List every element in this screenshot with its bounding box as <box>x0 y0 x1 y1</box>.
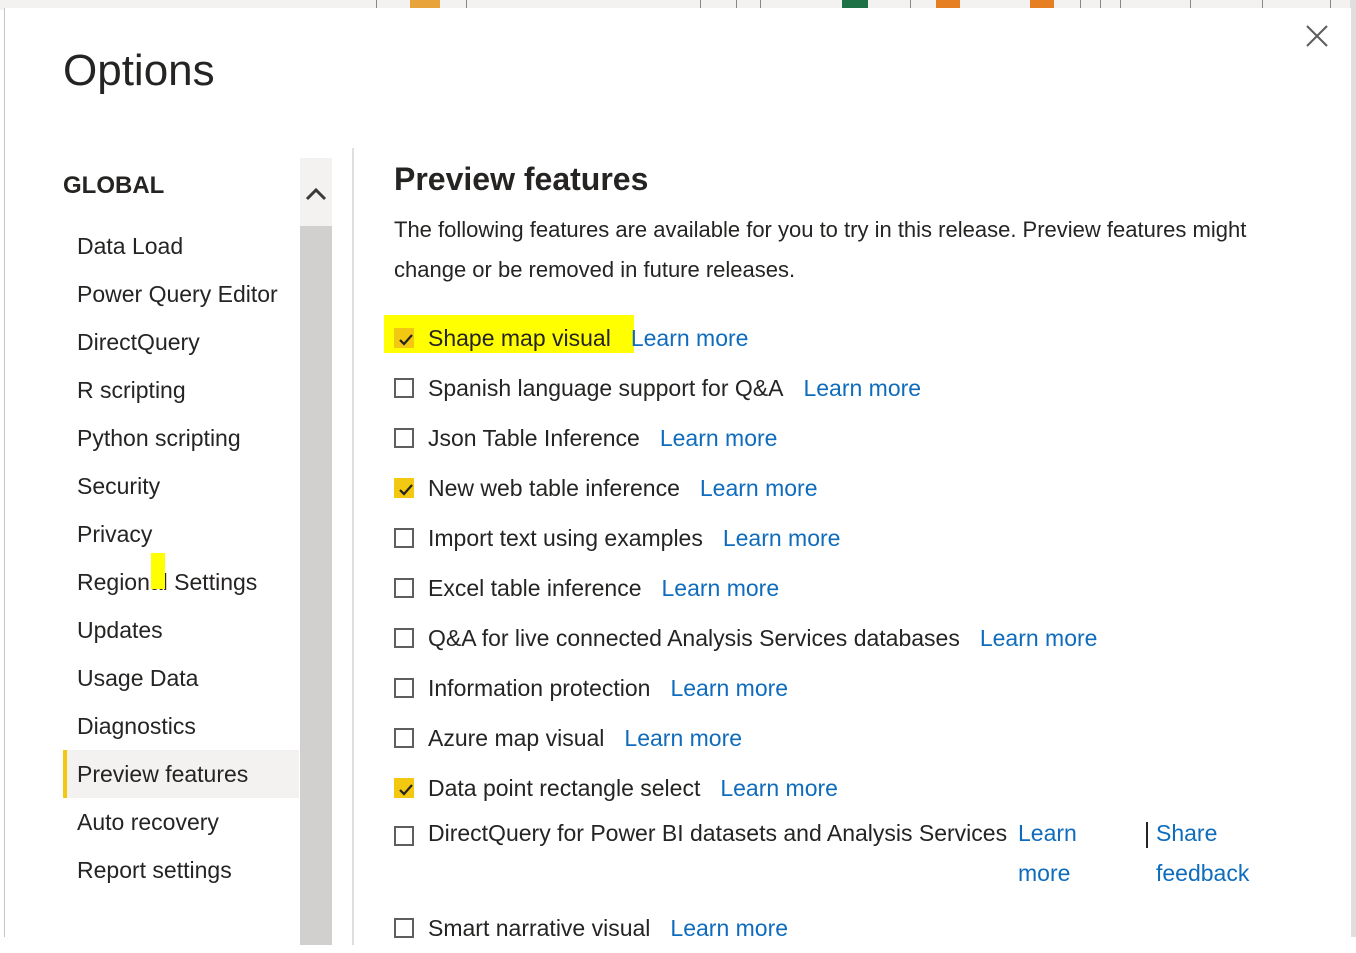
feature-label: Azure map visual <box>428 724 605 751</box>
checkbox-import-text-using-examples[interactable] <box>394 528 414 548</box>
sidebar-item-report-settings[interactable]: Report settings <box>63 846 299 894</box>
feature-list: Shape map visual Learn more Spanish langua… <box>384 313 1266 953</box>
divider <box>352 148 354 945</box>
checkbox-shape-map-visual[interactable] <box>394 328 414 348</box>
sidebar-item-python-scripting[interactable]: Python scripting <box>63 414 299 462</box>
learn-more-link[interactable]: Learn more <box>803 375 921 402</box>
close-icon <box>1306 25 1328 47</box>
checkbox-data-point-rectangle-select[interactable] <box>394 778 414 798</box>
feature-row-json-table-inference: Json Table Inference Learn more <box>394 413 1266 463</box>
feature-row-data-point-rectangle-select: Data point rectangle select Learn more <box>394 763 1266 813</box>
learn-more-link[interactable]: Learn more <box>670 915 788 942</box>
feature-label: Smart narrative visual <box>428 914 651 941</box>
chevron-up-icon <box>305 187 327 201</box>
checkbox-json-table-inference[interactable] <box>394 428 414 448</box>
learn-more-link[interactable]: Learn more <box>631 325 749 352</box>
feature-label: Data point rectangle select <box>428 774 701 801</box>
checkmark-icon <box>399 784 413 796</box>
feature-label: Excel table inference <box>428 574 642 601</box>
checkmark-icon <box>399 334 413 346</box>
learn-more-link[interactable]: Learn more <box>1018 813 1118 893</box>
learn-more-link[interactable]: Learn more <box>670 675 788 702</box>
feature-row-new-web-table-inference: New web table inference Learn more <box>394 463 1266 513</box>
feature-row-directquery-for-power-bi-datasets-and-analysis-services: DirectQuery for Power BI datasets and An… <box>394 813 1266 903</box>
feature-row-import-text-using-examples: Import text using examples Learn more <box>394 513 1266 563</box>
sidebar-item-auto-recovery[interactable]: Auto recovery <box>63 798 299 846</box>
checkbox-smart-narrative-visual[interactable] <box>394 918 414 938</box>
sidebar-item-directquery[interactable]: DirectQuery <box>63 318 299 366</box>
learn-more-link[interactable]: Learn more <box>980 625 1098 652</box>
checkbox-new-web-table-inference[interactable] <box>394 478 414 498</box>
dialog-title: Options <box>63 46 215 95</box>
learn-more-link[interactable]: Learn more <box>720 775 838 802</box>
highlight-mark <box>151 553 165 589</box>
feature-row-q-a-for-live-connected-analysis-services-databases: Q&A for live connected Analysis Services… <box>394 613 1266 663</box>
checkbox-q-a-for-live-connected-analysis-services-databases[interactable] <box>394 628 414 648</box>
feature-row-shape-map-visual: Shape map visual Learn more <box>384 313 1266 363</box>
feature-label: Shape map visual <box>428 324 611 351</box>
learn-more-link[interactable]: Learn more <box>723 525 841 552</box>
checkbox-directquery-for-power-bi-datasets-and-analysis-services[interactable] <box>394 826 414 846</box>
sidebar-item-usage-data[interactable]: Usage Data <box>63 654 299 702</box>
sidebar-item-preview-features[interactable]: Preview features <box>63 750 299 798</box>
feature-label: Json Table Inference <box>428 424 640 451</box>
sidebar-nav: Data Load Power Query Editor DirectQuery R … <box>63 222 299 894</box>
feature-label: Q&A for live connected Analysis Services… <box>428 624 960 651</box>
feature-row-excel-table-inference: Excel table inference Learn more <box>394 563 1266 613</box>
checkbox-information-protection[interactable] <box>394 678 414 698</box>
sidebar-item-diagnostics[interactable]: Diagnostics <box>63 702 299 750</box>
feature-label: DirectQuery for Power BI datasets and An… <box>428 820 1008 846</box>
learn-more-link[interactable]: Learn more <box>624 725 742 752</box>
checkbox-azure-map-visual[interactable] <box>394 728 414 748</box>
sidebar-item-updates[interactable]: Updates <box>63 606 299 654</box>
feature-row-azure-map-visual: Azure map visual Learn more <box>394 713 1266 763</box>
feature-label: Information protection <box>428 674 651 701</box>
sidebar-item-power-query-editor[interactable]: Power Query Editor <box>63 270 299 318</box>
sidebar-scrollbar[interactable] <box>300 158 332 945</box>
close-button[interactable] <box>1301 20 1333 52</box>
main-content: Preview features The following features … <box>394 158 1294 290</box>
feature-row-spanish-language-support-for-q-a: Spanish language support for Q&A Learn mo… <box>394 363 1266 413</box>
feature-label: Import text using examples <box>428 524 703 551</box>
feature-label: Spanish language support for Q&A <box>428 374 784 401</box>
feature-label: New web table inference <box>428 474 680 501</box>
options-dialog: Options GLOBAL Data Load Power Query Edit… <box>4 8 1351 945</box>
sidebar-item-privacy[interactable]: Privacy <box>63 510 299 558</box>
sidebar-item-r-scripting[interactable]: R scripting <box>63 366 299 414</box>
checkmark-icon <box>399 484 413 496</box>
sidebar-item-regional-settings[interactable]: Regional Settings <box>63 558 299 606</box>
feature-row-information-protection: Information protection Learn more <box>394 663 1266 713</box>
sidebar-item-security[interactable]: Security <box>63 462 299 510</box>
learn-more-link[interactable]: Learn more <box>662 575 780 602</box>
section-description: The following features are available for… <box>394 217 1247 282</box>
sidebar-heading: GLOBAL <box>63 172 165 199</box>
checkbox-spanish-language-support-for-q-a[interactable] <box>394 378 414 398</box>
share-feedback-link[interactable]: Share feedback <box>1156 813 1266 893</box>
checkbox-excel-table-inference[interactable] <box>394 578 414 598</box>
learn-more-link[interactable]: Learn more <box>660 425 778 452</box>
sidebar-item-data-load[interactable]: Data Load <box>63 222 299 270</box>
section-title: Preview features <box>394 161 649 197</box>
learn-more-link[interactable]: Learn more <box>700 475 818 502</box>
scroll-up-button[interactable] <box>300 158 332 226</box>
feature-row-smart-narrative-visual: Smart narrative visual Learn more <box>394 903 1266 953</box>
link-separator <box>1146 822 1148 848</box>
